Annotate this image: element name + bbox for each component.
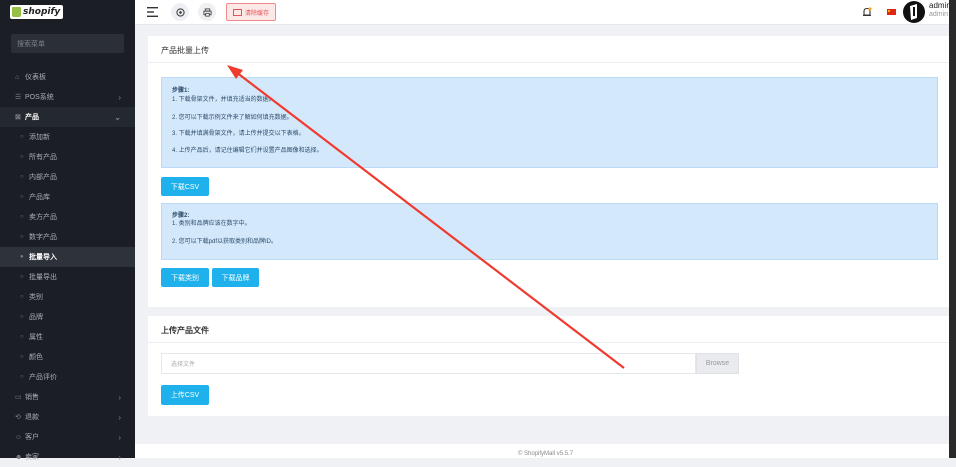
annotation-arrow [227,65,625,369]
